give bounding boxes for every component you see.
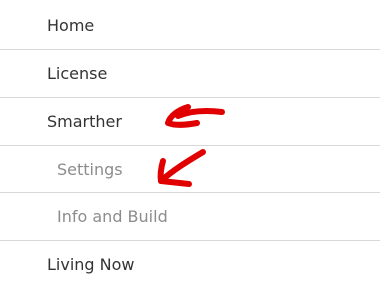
navigation-menu: Home License Smarther Settings Info and … <box>0 0 380 283</box>
menu-item-label: Home <box>47 16 95 35</box>
submenu-item-settings[interactable]: Settings <box>0 146 380 192</box>
menu-item-smarther[interactable]: Smarther <box>0 98 380 145</box>
menu-item-label: Smarther <box>47 112 122 131</box>
submenu-item-label: Info and Build <box>57 207 168 226</box>
menu-item-license[interactable]: License <box>0 50 380 97</box>
menu-item-home[interactable]: Home <box>0 2 380 49</box>
submenu-item-info-and-build[interactable]: Info and Build <box>0 193 380 240</box>
menu-item-label: License <box>47 64 108 83</box>
submenu-item-label: Settings <box>57 159 123 179</box>
menu-item-label: Living Now <box>47 254 135 274</box>
menu-item-living-now[interactable]: Living Now <box>0 241 380 283</box>
